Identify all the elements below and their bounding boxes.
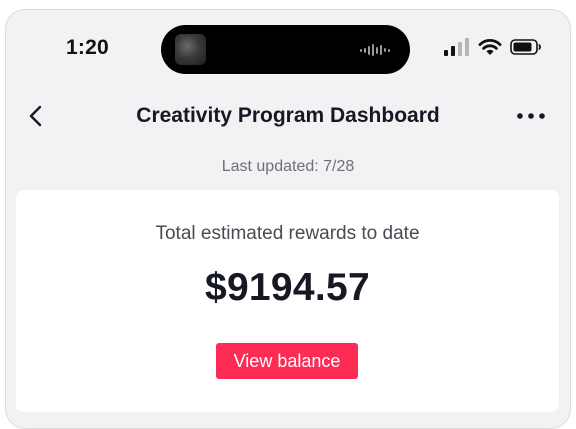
status-time: 1:20 (66, 36, 109, 59)
wifi-icon (478, 39, 502, 55)
audio-wave-icon (360, 44, 390, 56)
page-title: Creativity Program Dashboard (136, 104, 440, 127)
status-icons (444, 38, 542, 56)
last-updated-text: Last updated: 7/28 (221, 158, 355, 175)
phone-screen: 1:20 Creativity Program Dashboard Last u… (5, 9, 571, 429)
rewards-card: Total estimated rewards to date $9194.57… (16, 190, 559, 412)
status-bar: 1:20 (6, 10, 570, 90)
battery-icon (510, 39, 541, 55)
rewards-amount: $9194.57 (204, 266, 371, 309)
nav-bar: Creativity Program Dashboard (6, 94, 570, 142)
more-horizontal-icon[interactable] (516, 107, 546, 125)
view-balance-button[interactable]: View balance (216, 343, 358, 379)
camera-icon (175, 34, 206, 65)
dynamic-island (161, 25, 410, 74)
rewards-label: Total estimated rewards to date (155, 223, 420, 244)
cellular-signal-icon (444, 38, 469, 56)
